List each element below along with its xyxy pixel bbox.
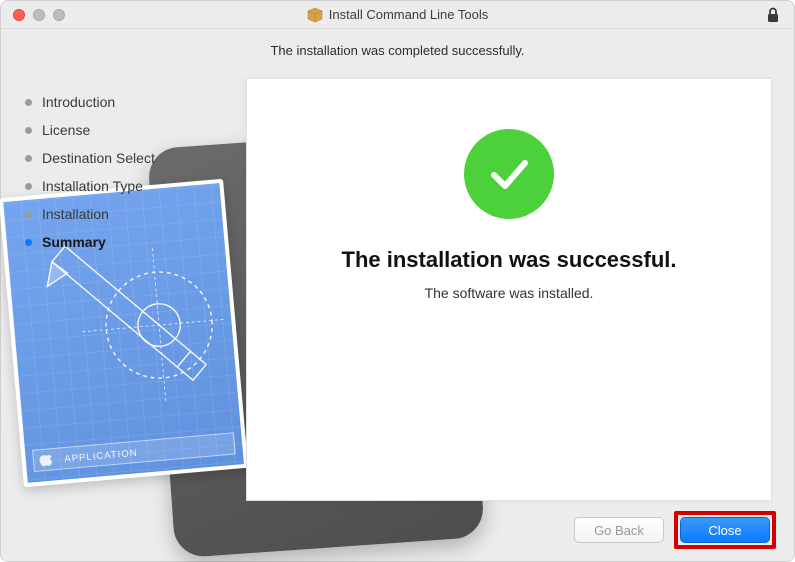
success-subline: The software was installed. — [425, 285, 594, 301]
success-headline: The installation was successful. — [342, 247, 677, 273]
bullet-icon — [25, 211, 32, 218]
step-installation-type: Installation Type — [25, 172, 231, 200]
step-introduction: Introduction — [25, 88, 231, 116]
step-list: Introduction License Destination Select … — [25, 88, 231, 256]
body-area: APPLICATION Introduction License — [1, 68, 794, 561]
bullet-icon — [25, 183, 32, 190]
bullet-icon — [25, 99, 32, 106]
step-label: Summary — [42, 234, 106, 250]
titlebar: Install Command Line Tools — [1, 1, 794, 29]
bullet-icon — [25, 155, 32, 162]
step-label: License — [42, 122, 90, 138]
window-title: Install Command Line Tools — [329, 7, 488, 22]
step-label: Installation — [42, 206, 109, 222]
step-destination-select: Destination Select — [25, 144, 231, 172]
success-check-icon — [464, 129, 554, 219]
step-license: License — [25, 116, 231, 144]
package-icon — [307, 7, 323, 23]
go-back-button: Go Back — [574, 517, 664, 543]
step-label: Introduction — [42, 94, 115, 110]
sidebar: Introduction License Destination Select … — [1, 68, 241, 561]
step-label: Destination Select — [42, 150, 155, 166]
window-title-area: Install Command Line Tools — [1, 7, 794, 23]
lock-icon — [766, 7, 780, 23]
content-area: The installation was completed successfu… — [1, 29, 794, 561]
step-installation: Installation — [25, 200, 231, 228]
step-summary: Summary — [25, 228, 231, 256]
window-minimize-button — [33, 9, 45, 21]
bullet-icon — [25, 127, 32, 134]
subtitle: The installation was completed successfu… — [1, 29, 794, 68]
main-panel: The installation was successful. The sof… — [246, 78, 772, 501]
bullet-icon — [25, 239, 32, 246]
step-label: Installation Type — [42, 178, 143, 194]
installer-window: Install Command Line Tools The installat… — [0, 0, 795, 562]
close-button[interactable]: Close — [680, 517, 770, 543]
traffic-lights — [1, 9, 65, 21]
window-zoom-button — [53, 9, 65, 21]
close-button-highlight: Close — [674, 511, 776, 549]
footer-buttons: Go Back Close — [574, 511, 776, 549]
window-close-button[interactable] — [13, 9, 25, 21]
